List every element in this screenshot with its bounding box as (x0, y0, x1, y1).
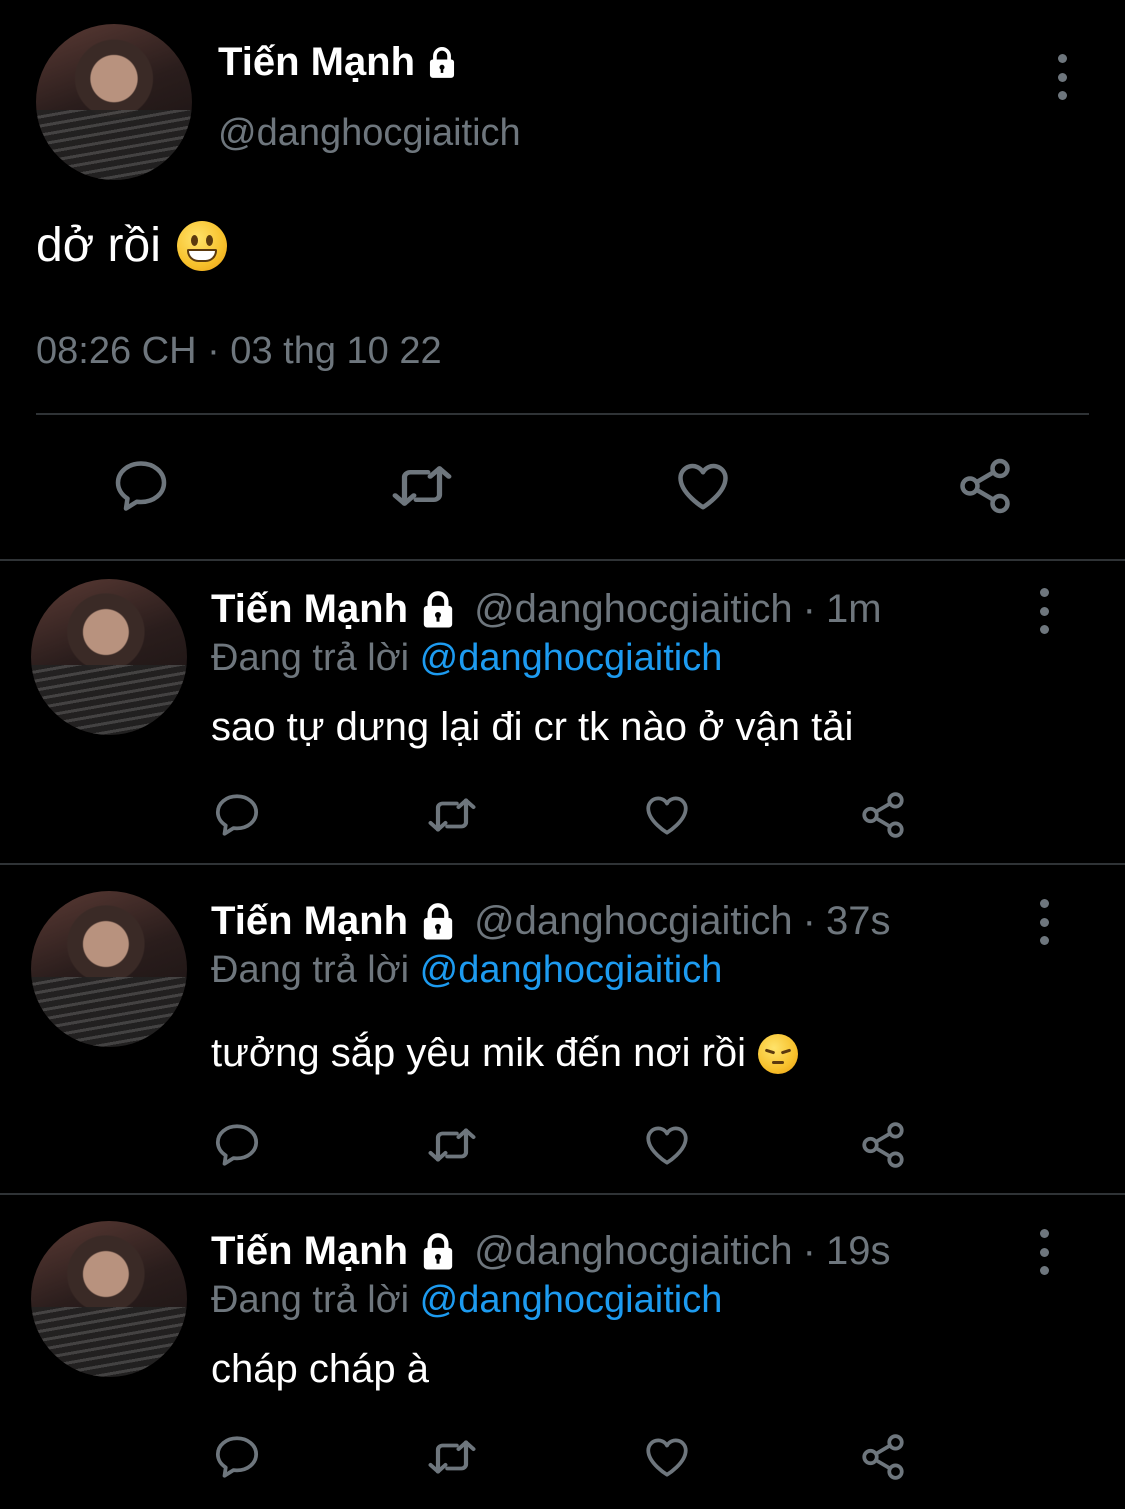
reply-text-content: sao tự dưng lại đi cr tk nào ở vận tải (211, 705, 854, 749)
reply-icon[interactable] (111, 456, 171, 516)
reply-header: Tiến Mạnh @danghocgiaitich · 1m (211, 587, 882, 632)
mention-link[interactable]: @danghocgiaitich (420, 637, 723, 679)
display-name[interactable]: Tiến Mạnh (211, 587, 408, 632)
avatar[interactable] (31, 1221, 187, 1377)
tweet-timestamp[interactable]: 08:26 CH · 03 thg 10 22 (36, 330, 442, 373)
reply-icon[interactable] (212, 790, 262, 840)
reply-icon[interactable] (212, 1120, 262, 1170)
more-options-icon[interactable] (1034, 899, 1054, 945)
lock-icon (418, 590, 458, 630)
main-tweet: Tiến Mạnh @danghocgiaitich dở rồi 08:26 … (0, 0, 1125, 560)
share-icon[interactable] (858, 1432, 908, 1482)
display-name[interactable]: Tiến Mạnh (211, 1229, 408, 1274)
tweet-text: dở rồi (36, 218, 227, 273)
reply-tweet[interactable]: Tiến Mạnh @danghocgiaitich · 37s Đang tr… (0, 865, 1125, 1193)
mention-link[interactable]: @danghocgiaitich (420, 1279, 723, 1321)
replying-label: Đang trả lời (211, 637, 410, 679)
lock-icon (418, 902, 458, 942)
replying-label: Đang trả lời (211, 1279, 410, 1321)
replying-label: Đang trả lời (211, 949, 410, 991)
reply-text: tưởng sắp yêu mik đến nơi rồi (211, 1031, 799, 1076)
share-icon[interactable] (858, 790, 908, 840)
separator: · (802, 587, 816, 631)
lock-icon (425, 46, 459, 80)
share-icon[interactable] (955, 456, 1015, 516)
handle[interactable]: @danghocgiaitich (474, 899, 793, 944)
relative-time[interactable]: 37s (826, 899, 891, 944)
reply-icon[interactable] (212, 1432, 262, 1482)
reply-text-content: cháp cháp à (211, 1347, 429, 1391)
replying-to: Đang trả lời @danghocgiaitich (211, 637, 722, 680)
pensive-face-icon (758, 1033, 799, 1074)
like-icon[interactable] (642, 1432, 692, 1482)
reply-header: Tiến Mạnh @danghocgiaitich · 19s (211, 1229, 890, 1274)
reply-text: sao tự dưng lại đi cr tk nào ở vận tải (211, 705, 853, 750)
tweet-text-content: dở rồi (36, 219, 161, 272)
handle[interactable]: @danghocgiaitich (474, 1229, 793, 1274)
avatar[interactable] (36, 24, 192, 180)
reply-tweet[interactable]: Tiến Mạnh @danghocgiaitich · 19s Đang tr… (0, 1195, 1125, 1509)
relative-time[interactable]: 19s (826, 1229, 891, 1274)
replying-to: Đang trả lời @danghocgiaitich (211, 949, 722, 992)
reply-text-content: tưởng sắp yêu mik đến nơi rồi (211, 1031, 747, 1075)
separator: · (802, 899, 816, 943)
retweet-icon[interactable] (387, 456, 457, 516)
relative-time[interactable]: 1m (826, 587, 882, 632)
reply-text: cháp cháp à (211, 1347, 429, 1392)
replying-to: Đang trả lời @danghocgiaitich (211, 1279, 722, 1322)
handle[interactable]: @danghocgiaitich (218, 112, 521, 155)
avatar[interactable] (31, 891, 187, 1047)
lock-icon (418, 1232, 458, 1272)
share-icon[interactable] (858, 1120, 908, 1170)
like-icon[interactable] (642, 790, 692, 840)
retweet-icon[interactable] (424, 1120, 480, 1170)
display-name-text[interactable]: Tiến Mạnh (218, 40, 415, 85)
reply-tweet[interactable]: Tiến Mạnh @danghocgiaitich · 1m Đang trả… (0, 561, 1125, 863)
mention-link[interactable]: @danghocgiaitich (420, 949, 723, 991)
display-name[interactable]: Tiến Mạnh (218, 40, 459, 85)
like-icon[interactable] (642, 1120, 692, 1170)
reply-header: Tiến Mạnh @danghocgiaitich · 37s (211, 899, 890, 944)
like-icon[interactable] (673, 456, 733, 516)
more-options-icon[interactable] (1052, 54, 1072, 100)
grinning-face-icon (176, 220, 227, 271)
retweet-icon[interactable] (424, 790, 480, 840)
more-options-icon[interactable] (1034, 1229, 1054, 1275)
retweet-icon[interactable] (424, 1432, 480, 1482)
display-name[interactable]: Tiến Mạnh (211, 899, 408, 944)
avatar[interactable] (31, 579, 187, 735)
handle[interactable]: @danghocgiaitich (474, 587, 793, 632)
separator: · (802, 1229, 816, 1273)
divider (36, 413, 1089, 415)
more-options-icon[interactable] (1034, 588, 1054, 634)
